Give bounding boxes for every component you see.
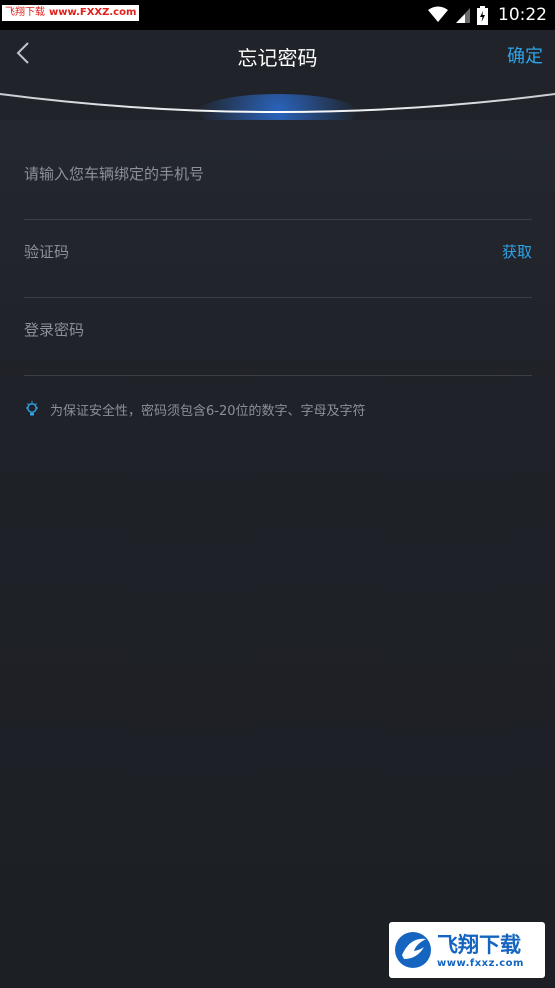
get-code-button[interactable]: 获取 bbox=[502, 219, 532, 285]
status-bar: 飞翔下载 www.FXXZ.com 10:22 bbox=[0, 0, 555, 30]
wifi-icon bbox=[427, 6, 449, 24]
watermark-bottom: 飞翔下载 www.fxxz.com bbox=[389, 922, 545, 978]
password-field[interactable]: 登录密码 bbox=[24, 297, 532, 376]
watermark-bottom-texts: 飞翔下载 www.fxxz.com bbox=[437, 932, 524, 969]
password-tip: 为保证安全性，密码须包含6-20位的数字、字母及字符 bbox=[24, 398, 366, 420]
battery-icon bbox=[477, 5, 488, 25]
watermark-bottom-brand: 飞翔下载 bbox=[437, 932, 521, 957]
fxxz-logo-icon bbox=[395, 932, 431, 968]
watermark-bottom-url: www.fxxz.com bbox=[437, 957, 524, 969]
phone-field[interactable]: 请输入您车辆绑定的手机号 bbox=[24, 141, 532, 220]
confirm-button[interactable]: 确定 bbox=[507, 42, 543, 68]
status-time: 10:22 bbox=[498, 5, 547, 25]
tip-text: 为保证安全性，密码须包含6-20位的数字、字母及字符 bbox=[50, 403, 366, 419]
nav-bar: 忘记密码 确定 bbox=[0, 30, 555, 120]
signal-icon bbox=[455, 6, 471, 24]
code-input[interactable]: 验证码 bbox=[24, 219, 69, 285]
screen: 飞翔下载 www.FXXZ.com 10:22 忘记密码 确定 请输入您车辆绑定… bbox=[0, 0, 555, 988]
watermark-top-brand: 飞翔下载 bbox=[5, 7, 45, 18]
code-field[interactable]: 验证码 获取 bbox=[24, 219, 532, 298]
watermark-top: 飞翔下载 www.FXXZ.com bbox=[2, 5, 140, 21]
phone-input[interactable]: 请输入您车辆绑定的手机号 bbox=[24, 141, 204, 207]
lightbulb-icon bbox=[26, 401, 38, 416]
status-icons: 10:22 bbox=[427, 0, 547, 30]
page-title: 忘记密码 bbox=[237, 46, 318, 70]
password-input[interactable]: 登录密码 bbox=[24, 297, 84, 363]
watermark-top-site: www.FXXZ.com bbox=[49, 7, 137, 18]
